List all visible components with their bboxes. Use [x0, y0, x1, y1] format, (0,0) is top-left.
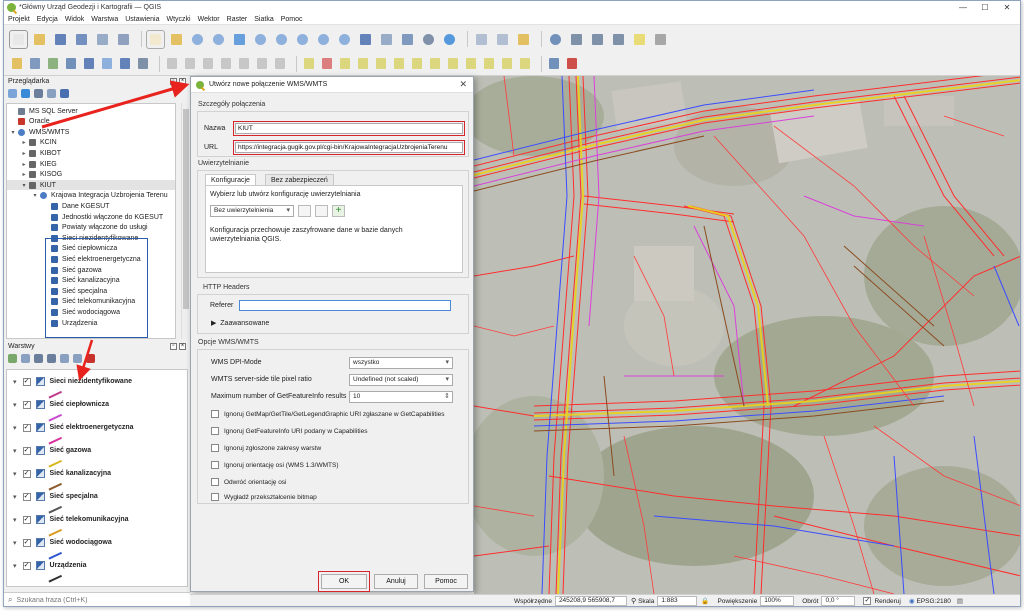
- annotation-arrow-top: [41, 80, 190, 129]
- annotation-arrow-bottom: [76, 339, 94, 381]
- annotation-overlay: [41, 80, 190, 381]
